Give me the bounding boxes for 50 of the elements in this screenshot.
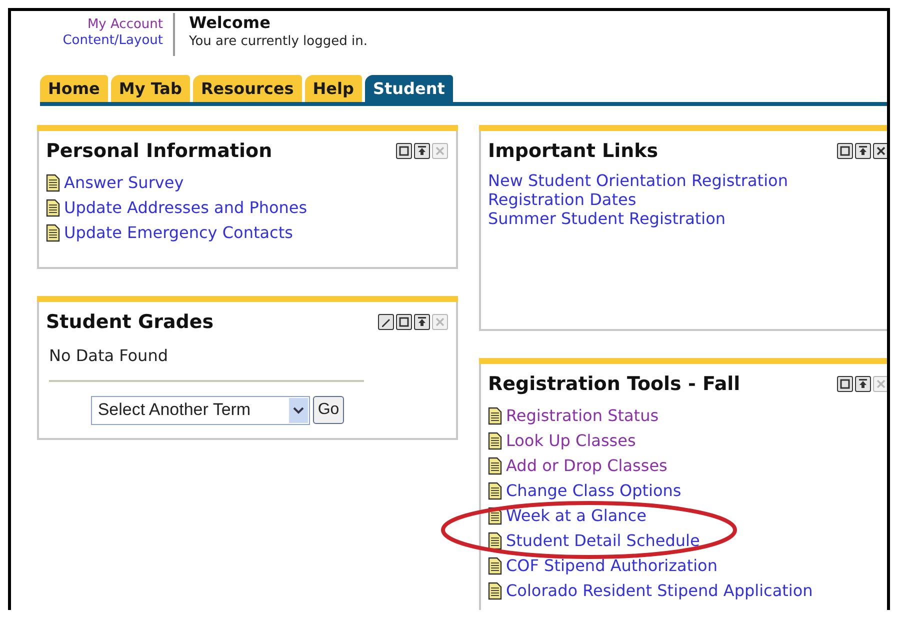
minimize-icon[interactable] — [855, 143, 871, 160]
term-select[interactable]: Select Another Term — [90, 396, 310, 424]
no-data-text: No Data Found — [48, 344, 169, 366]
document-icon — [488, 557, 502, 575]
panel-title: Registration Tools - Fall — [488, 372, 740, 397]
nav-tab[interactable]: Home — [40, 75, 108, 102]
document-icon — [488, 532, 502, 550]
close-icon[interactable] — [873, 143, 887, 160]
login-status-text: You are currently logged in. — [189, 33, 368, 51]
go-button[interactable]: Go — [312, 396, 344, 424]
portlet-link[interactable]: Update Addresses and Phones — [64, 196, 308, 220]
document-icon — [46, 174, 60, 192]
nav-tab[interactable]: Resources — [192, 75, 302, 102]
document-icon — [488, 407, 502, 425]
maximize-icon[interactable] — [837, 376, 853, 392]
document-icon — [488, 457, 502, 475]
portlet-link[interactable]: Add or Drop Classes — [506, 454, 668, 478]
document-icon — [46, 224, 60, 242]
portlet-link[interactable]: New Student Orientation Registration — [488, 170, 887, 190]
document-icon — [46, 199, 60, 217]
maximize-icon[interactable] — [396, 143, 412, 160]
portlet-link[interactable]: Registration Dates — [488, 190, 887, 208]
portlet-link[interactable]: Answer Survey — [64, 171, 184, 195]
edit-icon[interactable] — [378, 314, 394, 330]
portlet-link[interactable]: Student Detail Schedule — [506, 529, 700, 553]
portlet-link[interactable]: Look Up Classes — [506, 429, 636, 453]
panel-title: Personal Information — [46, 139, 272, 164]
nav-tab[interactable]: Student — [364, 75, 453, 102]
document-icon — [488, 582, 502, 600]
panel-title: Important Links — [488, 139, 658, 164]
portlet-link[interactable]: Summer Student Registration — [488, 208, 887, 228]
maximize-icon[interactable] — [396, 314, 412, 330]
portlet-link[interactable]: Update Emergency Contacts — [64, 221, 293, 245]
panel-title: Student Grades — [46, 310, 214, 335]
header-link[interactable]: My Account — [87, 17, 163, 33]
nav-tab[interactable]: Help — [304, 75, 362, 102]
minimize-icon[interactable] — [855, 376, 871, 392]
document-icon — [488, 482, 502, 500]
nav-tab[interactable]: My Tab — [110, 75, 190, 102]
header-link[interactable]: Content/Layout — [62, 33, 163, 49]
maximize-icon[interactable] — [837, 143, 853, 160]
portlet-link[interactable]: COF Stipend Authorization — [506, 554, 718, 578]
portlet-link[interactable]: Colorado Resident Stipend Application — [506, 579, 813, 603]
portlet-link[interactable]: Change Class Options — [506, 479, 682, 503]
portlet-link[interactable]: Week at a Glance — [506, 504, 646, 528]
portlet-link[interactable]: Registration Status — [506, 404, 659, 428]
welcome-title: Welcome — [189, 13, 272, 33]
minimize-icon[interactable] — [414, 314, 430, 330]
minimize-icon[interactable] — [414, 143, 430, 160]
document-icon — [488, 432, 502, 450]
